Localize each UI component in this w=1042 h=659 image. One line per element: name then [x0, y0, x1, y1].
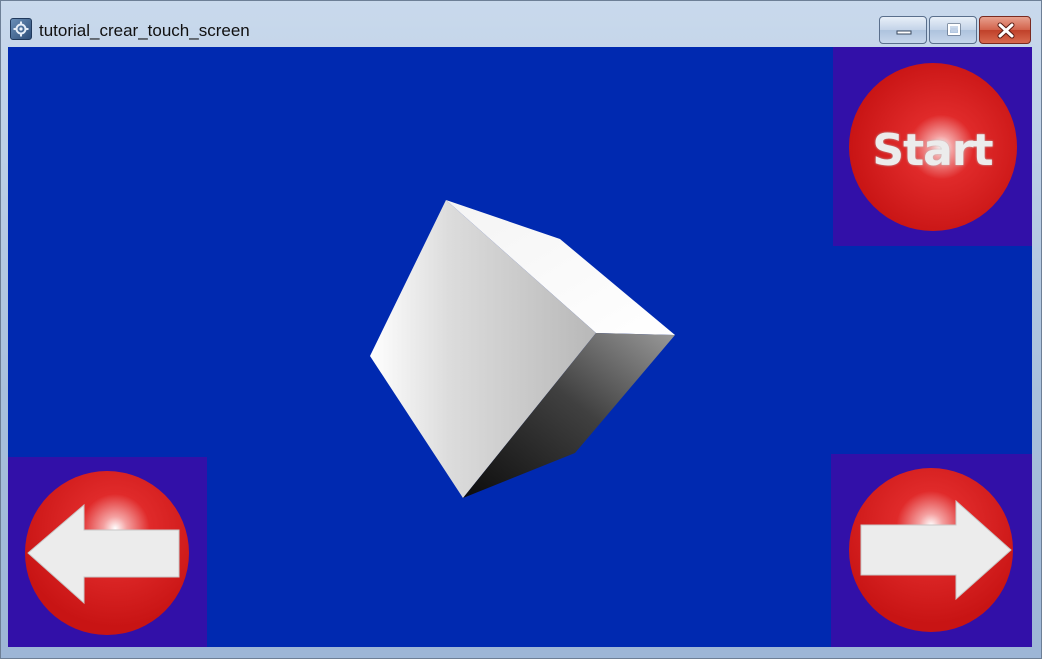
arrow-left-icon [25, 471, 189, 635]
maximize-button[interactable] [929, 16, 977, 44]
move-left-button[interactable] [8, 457, 207, 647]
start-button[interactable]: Start [833, 47, 1032, 246]
minimize-icon [896, 30, 912, 35]
move-right-button[interactable] [831, 454, 1032, 647]
app-gear-icon[interactable] [10, 18, 32, 40]
arrow-right-icon [849, 468, 1013, 632]
app-window: tutorial_crear_touch_screen Start [0, 0, 1042, 659]
window-title: tutorial_crear_touch_screen [39, 21, 250, 40]
game-viewport[interactable]: Start [8, 47, 1032, 647]
close-icon [997, 22, 1015, 39]
start-label: Start [872, 125, 993, 176]
title-bar[interactable]: tutorial_crear_touch_screen [1, 1, 1041, 47]
minimize-button[interactable] [879, 16, 927, 44]
maximize-icon [947, 23, 961, 36]
close-button[interactable] [979, 16, 1031, 44]
